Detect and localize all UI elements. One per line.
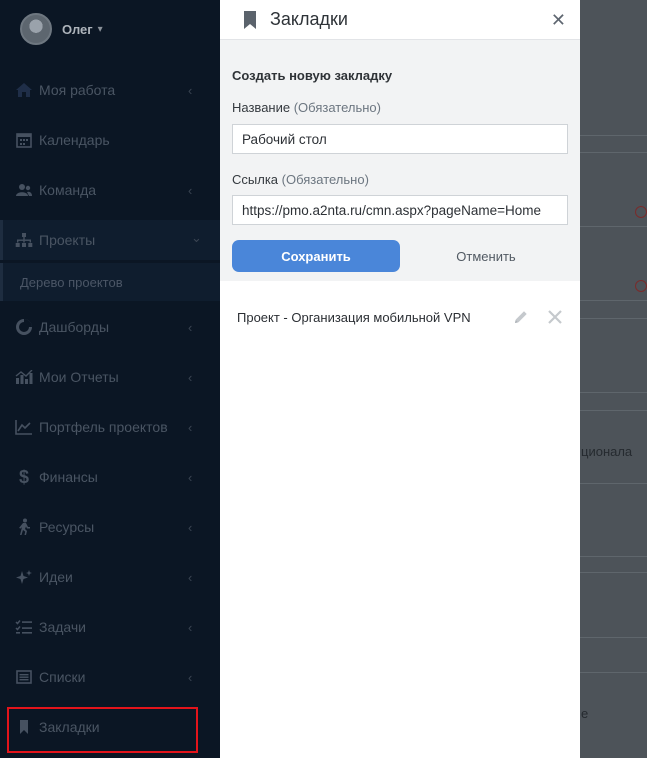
chevron-left-icon: ‹: [188, 519, 193, 535]
clock-icon: [635, 280, 647, 292]
bookmark-link-input[interactable]: [232, 195, 568, 225]
highlight-frame: [7, 707, 198, 753]
name-label-text: Название: [232, 100, 291, 115]
team-icon: [15, 181, 33, 199]
new-bookmark-form: Создать новую закладку Название (Обязате…: [220, 40, 580, 281]
pencil-icon[interactable]: [513, 309, 529, 325]
sidebar-item-portfolio[interactable]: Портфель проектов ‹: [0, 407, 220, 447]
sidebar-item-label: Ресурсы: [39, 519, 95, 535]
chevron-left-icon: ‹: [188, 619, 193, 635]
bookmark-link[interactable]: Проект - Организация мобильной VPN: [237, 310, 471, 325]
avatar[interactable]: [20, 13, 52, 45]
sidebar-item-resources[interactable]: Ресурсы ‹: [0, 507, 220, 547]
chevron-left-icon: ‹: [188, 419, 193, 435]
sidebar-item-label: Списки: [39, 669, 86, 685]
chevron-left-icon: ‹: [188, 82, 193, 98]
required-hint: (Обязательно): [281, 172, 369, 187]
divider: [580, 392, 647, 393]
divider: [580, 556, 647, 557]
link-label: Ссылка (Обязательно): [232, 172, 369, 187]
clock-icon: [635, 206, 647, 218]
save-button[interactable]: Сохранить: [232, 240, 400, 272]
chevron-left-icon: ‹: [188, 182, 193, 198]
sidebar-item-lists[interactable]: Списки ‹: [0, 657, 220, 697]
home-icon: [15, 81, 33, 99]
sidebar-item-ideas[interactable]: Идеи ‹: [0, 557, 220, 597]
sidebar-item-dashboards[interactable]: Дашборды ‹: [0, 307, 220, 347]
background-text: ционала: [581, 444, 633, 459]
chevron-left-icon: ‹: [188, 319, 193, 335]
bookmark-name-input[interactable]: [232, 124, 568, 154]
panel-title: Закладки: [270, 9, 348, 29]
calendar-icon: [15, 131, 33, 149]
sidebar-item-label: Мои Отчеты: [39, 369, 119, 385]
form-heading: Создать новую закладку: [232, 68, 393, 83]
sidebar-item-calendar[interactable]: Календарь: [0, 120, 220, 160]
dollar-icon: $: [18, 466, 29, 487]
sidebar-item-my-reports[interactable]: Мои Отчеты ‹: [0, 357, 220, 397]
sidebar-item-label: Идеи: [39, 569, 73, 585]
sidebar-item-label: Проекты: [39, 232, 96, 248]
sidebar-item-label: Дашборды: [39, 319, 109, 335]
sidebar-item-label: Портфель проектов: [39, 419, 168, 435]
sparkle-icon: [15, 568, 33, 586]
sidebar-item-label: Задачи: [39, 619, 87, 635]
background-text: е: [581, 706, 589, 721]
sidebar-subitem-project-tree[interactable]: Дерево проектов: [0, 263, 220, 301]
divider: [580, 318, 647, 319]
divider: [580, 226, 647, 227]
sidebar-item-label: Команда: [39, 182, 97, 198]
user-menu[interactable]: Олег ▾: [20, 12, 103, 46]
tasks-icon: [15, 618, 33, 636]
runner-icon: [15, 518, 33, 536]
divider: [580, 300, 647, 301]
sidebar-item-label: Календарь: [39, 132, 110, 148]
portfolio-icon: [15, 418, 33, 436]
delete-icon[interactable]: [547, 309, 563, 325]
chevron-left-icon: ‹: [188, 569, 193, 585]
bookmark-icon: [244, 10, 256, 29]
divider: [580, 572, 647, 573]
divider: [580, 410, 647, 411]
sitemap-icon: [15, 231, 33, 249]
divider: [580, 637, 647, 638]
pie-icon: [15, 318, 33, 336]
divider: [580, 483, 647, 484]
sidebar-item-label: Финансы: [39, 469, 98, 485]
chevron-down-icon[interactable]: ▾: [98, 24, 103, 35]
main-content-overlay: [580, 0, 647, 758]
required-hint: (Обязательно): [293, 100, 381, 115]
chevron-down-icon: ⌄: [191, 230, 202, 245]
chevron-left-icon: ‹: [188, 469, 193, 485]
sidebar-item-tasks[interactable]: Задачи ‹: [0, 607, 220, 647]
sidebar-item-projects[interactable]: Проекты ⌄: [0, 220, 220, 260]
list-item: Проект - Организация мобильной VPN: [220, 302, 580, 332]
chevron-left-icon: ‹: [188, 369, 193, 385]
name-label: Название (Обязательно): [232, 100, 381, 115]
chevron-left-icon: ‹: [188, 669, 193, 685]
sidebar-item-label: Моя работа: [39, 82, 116, 98]
cancel-button[interactable]: Отменить: [418, 240, 554, 272]
sidebar-item-finance[interactable]: $ Финансы ‹: [0, 457, 220, 497]
divider: [580, 672, 647, 673]
link-label-text: Ссылка: [232, 172, 279, 187]
sidebar: Олег ▾ Моя работа ‹ Календарь Команда ‹ …: [0, 0, 220, 758]
close-icon[interactable]: ✕: [551, 11, 566, 29]
bookmarks-panel: Закладки ✕ Создать новую закладку Назван…: [220, 0, 580, 758]
sidebar-item-team[interactable]: Команда ‹: [0, 170, 220, 210]
list-icon: [15, 668, 33, 686]
divider: [580, 135, 647, 136]
reports-icon: [15, 368, 33, 386]
sidebar-item-my-work[interactable]: Моя работа ‹: [0, 70, 220, 110]
panel-header: Закладки ✕: [220, 0, 580, 40]
divider: [580, 152, 647, 153]
user-name[interactable]: Олег: [62, 22, 93, 37]
